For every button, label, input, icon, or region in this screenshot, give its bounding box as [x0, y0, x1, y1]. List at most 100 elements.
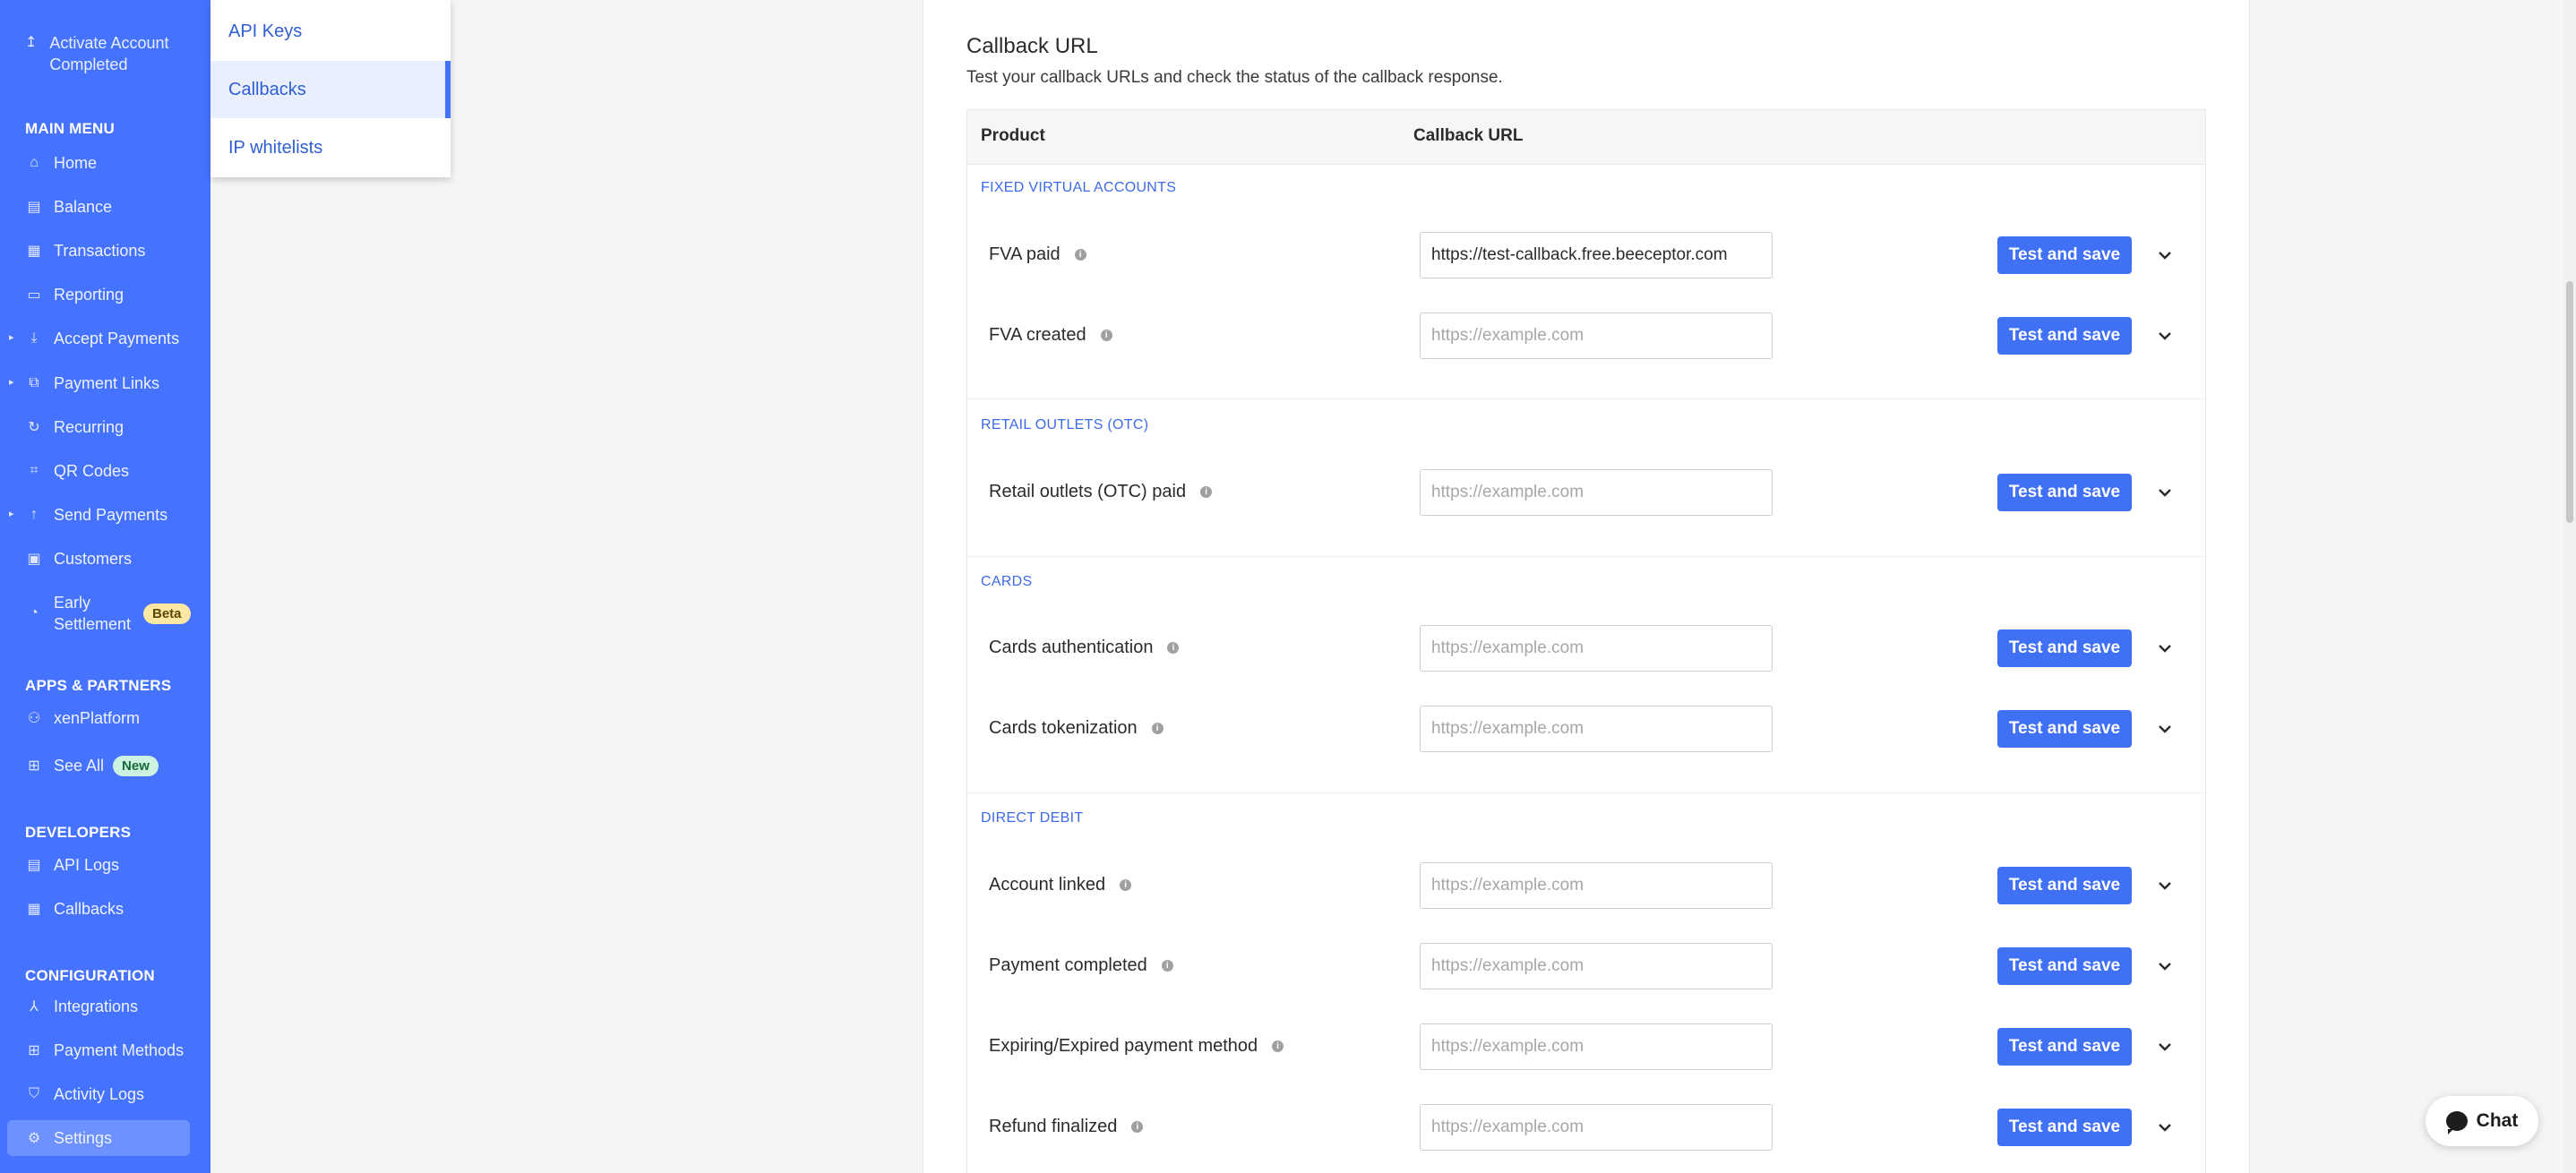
recurring-icon: ↻	[28, 420, 40, 435]
sidebar-item-api-logs[interactable]: ▤ API Logs	[0, 847, 210, 883]
sidebar-item-label: Balance	[54, 197, 113, 216]
info-icon[interactable]: i	[1100, 330, 1112, 341]
early-settlement-icon: ◔	[30, 605, 39, 621]
table-row: Account linkedi Test and save	[967, 862, 2205, 911]
qr-code-icon: ⌗	[30, 463, 39, 478]
sidebar-item-label: See All	[54, 756, 105, 775]
api-logs-icon: ▤	[27, 858, 41, 873]
column-header-product: Product	[981, 126, 1045, 145]
row-label: FVA paid i	[989, 244, 1086, 265]
chevron-down-icon[interactable]	[2154, 325, 2176, 347]
callback-url-input[interactable]	[1420, 469, 1773, 516]
sidebar-item-see-all[interactable]: ⊞ See All New	[0, 748, 210, 783]
callback-url-input[interactable]	[1420, 1104, 1773, 1151]
sidebar-item-label: Callbacks	[54, 899, 125, 918]
info-icon[interactable]: i	[1167, 642, 1180, 654]
callback-url-input[interactable]	[1420, 1023, 1773, 1070]
table-row: Expiring/Expired payment methodi Test an…	[967, 1023, 2205, 1072]
row-label: FVA created i	[989, 325, 1112, 346]
sidebar-item-settings[interactable]: ⚙ Settings	[7, 1120, 190, 1156]
callback-url-input[interactable]	[1420, 943, 1773, 989]
page-title: Callback URL	[966, 34, 1098, 58]
test-and-save-button[interactable]: Test and save	[1997, 1028, 2132, 1066]
caret-right-icon: ▸	[9, 332, 14, 343]
sidebar-item-label: Accept Payments	[54, 329, 180, 347]
chevron-down-icon[interactable]	[2154, 1117, 2176, 1138]
test-and-save-button[interactable]: Test and save	[1997, 474, 2132, 511]
test-and-save-button[interactable]: Test and save	[1997, 629, 2132, 667]
info-icon[interactable]: i	[1120, 879, 1132, 891]
test-and-save-button[interactable]: Test and save	[1997, 317, 2132, 355]
sidebar-item-send-payments[interactable]: ▸ ↑ Send Payments	[0, 497, 210, 533]
sidebar-item-payment-links[interactable]: ▸ ⧉ Payment Links	[0, 365, 210, 401]
sidebar-item-label: Reporting	[54, 285, 125, 304]
test-and-save-button[interactable]: Test and save	[1997, 867, 2132, 904]
info-icon[interactable]: i	[1074, 249, 1086, 261]
group-divider	[967, 556, 2205, 557]
sidebar-item-reporting[interactable]: ▭ Reporting	[0, 277, 210, 313]
callback-url-input[interactable]	[1420, 313, 1773, 359]
sidebar-item-balance[interactable]: ▤ Balance	[0, 189, 210, 225]
activate-account-status[interactable]: ↥ Activate Account Completed	[25, 32, 204, 75]
row-label: Retail outlets (OTC) paid i	[989, 482, 1213, 502]
integrations-icon: ⅄	[30, 999, 39, 1015]
info-icon[interactable]: i	[1161, 960, 1173, 972]
sidebar-item-recurring[interactable]: ↻ Recurring	[0, 409, 210, 445]
row-label: Account linked i	[989, 875, 1132, 895]
sidebar-item-qr-codes[interactable]: ⌗ QR Codes	[0, 453, 210, 489]
info-icon[interactable]: i	[1200, 486, 1213, 498]
sidebar-item-transactions[interactable]: ▦ Transactions	[0, 233, 210, 269]
caret-right-icon: ▸	[9, 377, 14, 388]
chevron-down-icon[interactable]	[2154, 955, 2176, 977]
test-and-save-button[interactable]: Test and save	[1997, 1109, 2132, 1146]
sidebar-item-label: Transactions	[54, 241, 146, 260]
group-divider	[967, 398, 2205, 399]
test-and-save-button[interactable]: Test and save	[1997, 947, 2132, 985]
sidebar-item-payment-methods[interactable]: ⊞ Payment Methods	[0, 1032, 210, 1068]
sidebar-item-early-settlement[interactable]: ◔ Early Settlement Beta	[0, 591, 210, 636]
callback-url-input[interactable]	[1420, 706, 1773, 752]
chevron-down-icon[interactable]	[2154, 1036, 2176, 1057]
callback-url-input[interactable]	[1420, 625, 1773, 672]
sidebar-item-xenplatform[interactable]: ⚇ xenPlatform	[0, 700, 210, 736]
chevron-down-icon[interactable]	[2154, 875, 2176, 896]
sidebar-item-integrations[interactable]: ⅄ Integrations	[0, 989, 210, 1024]
chevron-down-icon[interactable]	[2154, 244, 2176, 266]
info-icon[interactable]: i	[1151, 723, 1163, 734]
sidebar-item-activity-logs[interactable]: ⛉ Activity Logs	[0, 1076, 210, 1112]
sidebar-item-accept-payments[interactable]: ▸ ⤓ Accept Payments	[0, 321, 210, 356]
info-icon[interactable]: i	[1272, 1040, 1284, 1052]
chat-button[interactable]: Chat	[2426, 1096, 2538, 1146]
sidebar-item-label: Payment Methods	[54, 1040, 185, 1059]
sidebar-item-label: API Logs	[54, 855, 120, 874]
configuration-title: CONFIGURATION	[25, 967, 155, 984]
callback-url-input[interactable]	[1420, 862, 1773, 909]
developers-title: DEVELOPERS	[25, 824, 132, 841]
submenu-item-api-keys[interactable]: API Keys	[210, 3, 451, 60]
table-row: Cards authenticationi Test and save	[967, 625, 2205, 673]
info-icon[interactable]: i	[1131, 1121, 1144, 1133]
settings-icon: ⚙	[27, 1131, 41, 1146]
xenplatform-icon: ⚇	[27, 711, 41, 726]
group-divider	[967, 792, 2205, 793]
chevron-down-icon[interactable]	[2154, 718, 2176, 740]
settings-submenu: API Keys Callbacks IP whitelists	[210, 0, 451, 177]
table-row: Retail outlets (OTC) paidi Test and save	[967, 469, 2205, 518]
submenu-item-callbacks[interactable]: Callbacks	[210, 61, 451, 118]
chevron-down-icon[interactable]	[2154, 638, 2176, 659]
sidebar-item-callbacks[interactable]: ▦ Callbacks	[0, 891, 210, 927]
see-all-icon: ⊞	[28, 758, 40, 774]
submenu-item-ip-whitelists[interactable]: IP whitelists	[210, 119, 451, 176]
callback-url-input[interactable]	[1420, 232, 1773, 278]
chevron-down-icon[interactable]	[2154, 482, 2176, 503]
page-scrollbar[interactable]	[2563, 0, 2576, 1173]
test-and-save-button[interactable]: Test and save	[1997, 236, 2132, 274]
sidebar-item-home[interactable]: ⌂ Home	[0, 145, 210, 181]
balance-icon: ▤	[27, 200, 41, 215]
sidebar-item-customers[interactable]: ▣ Customers	[0, 541, 210, 577]
row-label: Refund finalized i	[989, 1117, 1144, 1137]
scrollbar-thumb[interactable]	[2566, 281, 2573, 523]
test-and-save-button[interactable]: Test and save	[1997, 710, 2132, 748]
check-status-icon: ↥	[25, 35, 38, 50]
group-title-direct-debit: DIRECT DEBIT	[981, 810, 1084, 826]
